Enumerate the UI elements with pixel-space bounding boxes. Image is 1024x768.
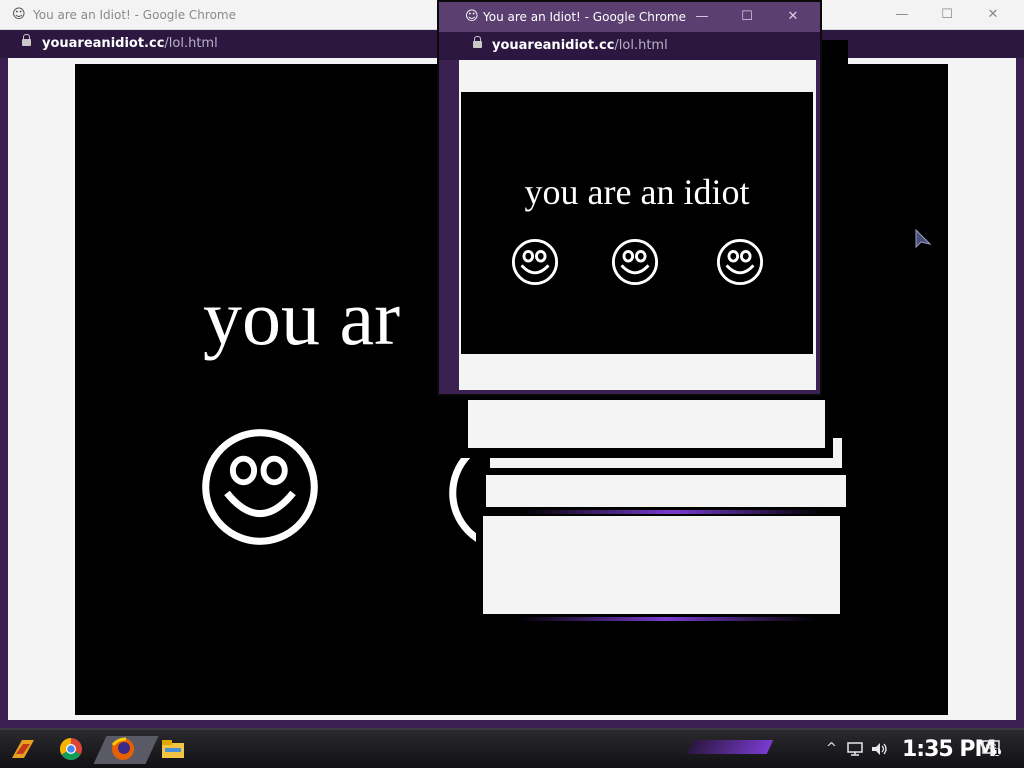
lock-icon [22,34,31,46]
volume-icon[interactable] [871,742,889,756]
file-explorer-icon[interactable] [158,736,188,762]
smiley-face-icon [611,238,659,286]
lock-icon [473,36,482,48]
taskbar-accent-bar [686,740,774,754]
popup-titlebar[interactable]: ☺ You are an Idiot! - Google Chrome — ☐ … [439,2,820,32]
minimize-button[interactable]: — [684,6,720,28]
network-icon[interactable] [846,742,864,756]
url-path: /lol.html [614,38,668,53]
smiley-face-icon [511,238,559,286]
close-button[interactable]: ✕ [775,6,811,28]
chevron-up-icon[interactable]: ^ [826,742,837,756]
taskbar: ^ 1:35 PM 1 [0,728,1024,768]
smiley-favicon-icon: ☺ [12,7,26,22]
url-path: /lol.html [164,36,218,51]
mouse-cursor-icon [915,229,932,249]
url-host: youareanidiot.cc [42,36,165,51]
main-url[interactable]: youareanidiot.cc/lol.html [42,36,218,51]
popup-viewport [468,400,825,448]
popup-page-text: you are an idiot [524,172,750,212]
main-window-title: You are an Idiot! - Google Chrome [33,8,236,22]
start-icon[interactable] [8,736,38,762]
minimize-button[interactable]: — [884,4,920,26]
popup-url[interactable]: youareanidiot.cc/lol.html [492,38,668,53]
purple-glow [522,510,822,514]
url-host: youareanidiot.cc [492,38,615,53]
popup-viewport [483,516,840,614]
notification-count: 1 [994,748,1001,758]
smiley-face-icon [716,238,764,286]
popup-window-title: You are an Idiot! - Google Chrome [483,10,686,24]
maximize-button[interactable]: ☐ [729,6,765,28]
firefox-icon[interactable] [108,736,138,762]
purple-glow [516,617,816,621]
chrome-icon[interactable] [56,736,86,762]
main-page-text: you ar [203,274,401,361]
maximize-button[interactable]: ☐ [929,4,965,26]
popup-page-content: you are an idiot [461,92,813,354]
smiley-face-icon [202,429,318,545]
smiley-favicon-icon: ☺ [465,9,479,24]
popup-address-bar[interactable]: youareanidiot.cc/lol.html [439,32,820,60]
close-button[interactable]: ✕ [975,4,1011,26]
popup-viewport [486,475,846,507]
